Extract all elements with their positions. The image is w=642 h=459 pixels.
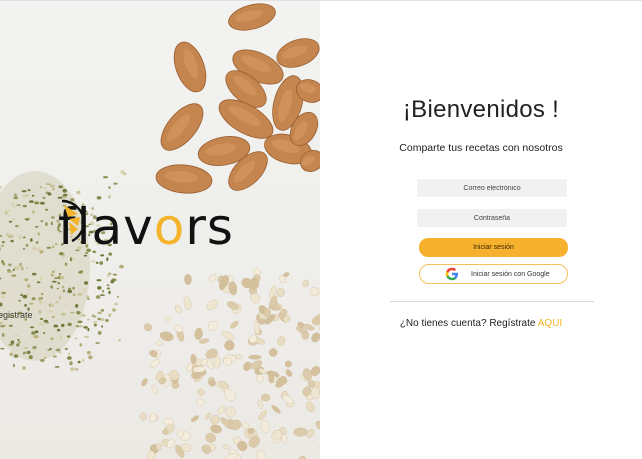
google-login-button[interactable]: Iniciar sesión con Google — [419, 264, 568, 284]
almonds — [155, 3, 320, 194]
signup-link[interactable]: AQUI — [538, 318, 562, 329]
oat-flakes — [139, 267, 320, 459]
login-panel: ¡Bienvenidos ! Comparte tus recetas con … — [320, 1, 642, 459]
google-icon — [445, 267, 459, 281]
divider — [390, 301, 594, 302]
hero-photo: egistrate flavors — [0, 1, 320, 459]
orange-slice-icon — [61, 199, 86, 243]
email-field[interactable] — [417, 179, 567, 197]
signup-prompt-text: ¿No tienes cuenta? Regístrate — [399, 318, 536, 329]
page-subtitle: Comparte tus recetas con nosotros — [399, 142, 563, 154]
hidden-signup-text: egistrate — [0, 310, 33, 320]
login-page: egistrate flavors ¡Bienvenidos ! Compart… — [0, 0, 642, 459]
password-field[interactable] — [417, 209, 567, 227]
brand-logo: flavors — [58, 197, 288, 261]
google-button-label: Iniciar sesión con Google — [471, 270, 550, 278]
login-button[interactable]: Iniciar sesión — [419, 238, 568, 257]
page-title: ¡Bienvenidos ! — [402, 96, 560, 123]
signup-prompt: ¿No tienes cuenta? Regístrate AQUI — [320, 318, 642, 329]
